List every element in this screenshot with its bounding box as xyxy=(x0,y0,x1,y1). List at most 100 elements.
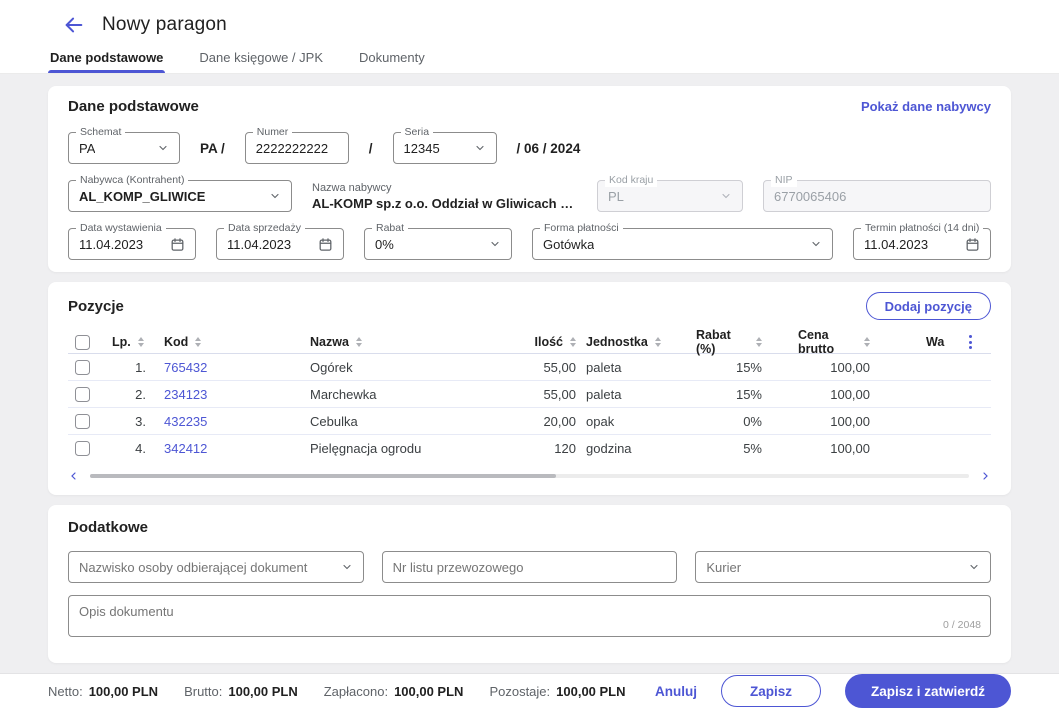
main-content: Dane podstawowe Pokaż dane nabywcy Schem… xyxy=(0,74,1059,673)
courier-select[interactable]: Kurier xyxy=(695,551,992,583)
cell-lp: 4. xyxy=(135,441,146,456)
cell-ilosc: 120 xyxy=(554,441,576,456)
add-position-button[interactable]: Dodaj pozycję xyxy=(865,292,991,320)
cell-ilosc: 20,00 xyxy=(543,413,576,429)
kod-link[interactable]: 342412 xyxy=(164,441,207,456)
sort-icon xyxy=(195,337,202,347)
additional-card: Dodatkowe Nazwisko osoby odbierającej do… xyxy=(48,505,1011,663)
calendar-icon[interactable] xyxy=(312,237,333,252)
column-header-kod[interactable]: Kod xyxy=(164,335,282,349)
sort-icon xyxy=(137,337,144,347)
column-header-cena-brutto[interactable]: Cena brutto xyxy=(798,328,926,356)
back-arrow-icon[interactable] xyxy=(62,13,86,37)
doc-number-separator: / xyxy=(368,140,373,156)
cell-rabat: 0% xyxy=(743,413,762,429)
tab-dane-ksiegowe-jpk[interactable]: Dane księgowe / JPK xyxy=(197,41,325,73)
select-all-checkbox[interactable] xyxy=(75,334,90,350)
waybill-number-input[interactable] xyxy=(381,551,678,583)
cell-rabat: 15% xyxy=(735,359,762,375)
cancel-button[interactable]: Anuluj xyxy=(655,684,697,699)
cell-rabat: 15% xyxy=(735,386,762,402)
column-header-rabat[interactable]: Rabat (%) xyxy=(696,328,798,356)
calendar-icon[interactable] xyxy=(164,237,185,252)
column-header-ilosc[interactable]: Ilość xyxy=(514,335,586,349)
seria-select[interactable]: Seria 12345 xyxy=(392,126,497,164)
cell-ilosc: 55,00 xyxy=(543,359,576,375)
kod-kraju-select: Kod kraju PL xyxy=(597,174,743,212)
table-menu-cell xyxy=(966,332,993,352)
row-checkbox[interactable] xyxy=(75,386,90,402)
cell-nazwa: Ogórek xyxy=(310,359,353,375)
page-title: Nowy paragon xyxy=(102,14,227,35)
numer-input[interactable]: Numer 2222222222 xyxy=(244,126,349,164)
row-checkbox[interactable] xyxy=(75,413,90,429)
forma-platnosci-select[interactable]: Forma płatności Gotówka xyxy=(532,222,833,260)
positions-card: Pozycje Dodaj pozycję Lp. Kod Nazwa Iloś… xyxy=(48,282,1011,495)
nip-label: NIP xyxy=(771,174,797,187)
basic-section-title: Dane podstawowe xyxy=(68,97,199,115)
row-checkbox[interactable] xyxy=(75,441,90,456)
chevron-down-icon xyxy=(151,142,169,154)
kod-link[interactable]: 765432 xyxy=(164,360,207,375)
table-row: 2. 234123 Marchewka 55,00 paleta 15% 100… xyxy=(68,381,991,408)
nabywca-value: AL_KOMP_GLIWICE xyxy=(79,188,206,204)
save-and-approve-button[interactable]: Zapisz i zatwierdź xyxy=(844,674,1011,708)
buyer-name-value: AL-KOMP sp.z o.o. Oddział w Gliwicach Hu… xyxy=(312,195,577,211)
column-header-nazwa[interactable]: Nazwa xyxy=(282,335,514,349)
cell-jednostka: paleta xyxy=(586,386,622,402)
cell-cena: 100,00 xyxy=(830,359,870,375)
cell-jednostka: paleta xyxy=(586,359,622,375)
positions-table: Lp. Kod Nazwa Ilość Jednostka Rabat (%) … xyxy=(68,328,991,462)
numer-label: Numer xyxy=(252,126,293,139)
chevron-left-icon[interactable] xyxy=(68,470,80,482)
data-sprzedazy-label: Data sprzedaży xyxy=(224,222,305,235)
column-header-lp[interactable]: Lp. xyxy=(112,335,164,349)
chevron-down-icon xyxy=(804,238,822,250)
total-brutto: Brutto: 100,00 PLN xyxy=(184,683,298,699)
rabat-value: 0% xyxy=(375,236,394,252)
kod-kraju-value: PL xyxy=(608,188,624,204)
cell-rabat: 5% xyxy=(743,441,762,456)
sort-icon xyxy=(570,337,576,347)
positions-section-title: Pozycje xyxy=(68,297,124,315)
additional-section-title: Dodatkowe xyxy=(68,518,149,536)
sort-icon xyxy=(864,337,870,347)
kod-link[interactable]: 432235 xyxy=(164,414,207,429)
termin-platnosci-field[interactable]: Termin płatności (14 dni) 11.04.2023 xyxy=(853,222,991,260)
tab-dokumenty[interactable]: Dokumenty xyxy=(357,41,427,73)
nabywca-select[interactable]: Nabywca (Kontrahent) AL_KOMP_GLIWICE xyxy=(68,174,292,212)
show-buyer-data-link[interactable]: Pokaż dane nabywcy xyxy=(861,99,991,114)
schemat-select[interactable]: Schemat PA xyxy=(68,126,180,164)
calendar-icon[interactable] xyxy=(959,237,980,252)
tab-bar: Dane podstawowe Dane księgowe / JPK Doku… xyxy=(0,41,1059,74)
data-sprzedazy-value: 11.04.2023 xyxy=(227,236,292,252)
data-wystawienia-field[interactable]: Data wystawienia 11.04.2023 xyxy=(68,222,196,260)
termin-platnosci-label: Termin płatności (14 dni) xyxy=(861,222,984,235)
total-zaplacono: Zapłacono: 100,00 PLN xyxy=(323,683,464,699)
kebab-menu-icon[interactable] xyxy=(966,332,975,352)
recipient-select[interactable]: Nazwisko osoby odbierającej dokument xyxy=(68,551,364,583)
basic-data-card: Dane podstawowe Pokaż dane nabywcy Schem… xyxy=(48,86,1011,272)
seria-value: 12345 xyxy=(403,140,440,156)
character-counter: 0 / 2048 xyxy=(943,619,981,631)
scrollbar-track[interactable] xyxy=(90,474,969,478)
data-sprzedazy-field[interactable]: Data sprzedaży 11.04.2023 xyxy=(216,222,344,260)
chevron-right-icon[interactable] xyxy=(979,470,991,482)
forma-platnosci-value: Gotówka xyxy=(543,236,595,252)
row-checkbox[interactable] xyxy=(75,359,90,375)
rabat-select[interactable]: Rabat 0% xyxy=(364,222,512,260)
scrollbar-thumb[interactable] xyxy=(90,474,556,478)
kod-link[interactable]: 234123 xyxy=(164,387,207,402)
table-header-row: Lp. Kod Nazwa Ilość Jednostka Rabat (%) … xyxy=(68,328,993,356)
document-description-textarea[interactable] xyxy=(68,595,991,637)
column-header-jednostka[interactable]: Jednostka xyxy=(586,335,696,349)
cell-jednostka: opak xyxy=(586,413,615,429)
cell-nazwa: Cebulka xyxy=(310,413,358,429)
schemat-label: Schemat xyxy=(76,126,126,139)
doc-number-prefix: PA / xyxy=(200,140,225,156)
cell-jednostka: godzina xyxy=(586,441,632,456)
rabat-label: Rabat xyxy=(372,222,409,235)
save-button[interactable]: Zapisz xyxy=(720,675,821,707)
tab-dane-podstawowe[interactable]: Dane podstawowe xyxy=(48,41,166,73)
column-header-waluta[interactable]: Wa xyxy=(926,335,966,349)
